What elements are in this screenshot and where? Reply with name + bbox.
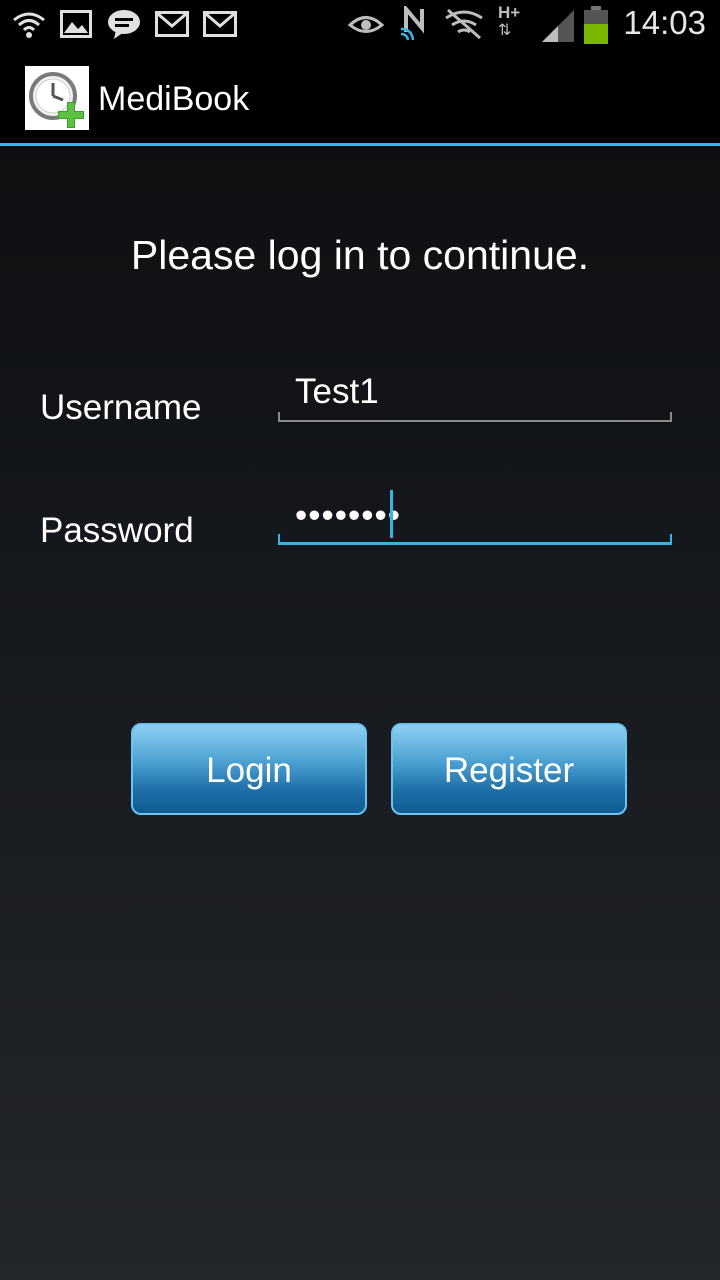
text-cursor [390, 490, 393, 538]
signal-icon [542, 10, 574, 42]
login-prompt: Please log in to continue. [130, 232, 590, 278]
battery-icon [584, 6, 608, 44]
gmail-icon [155, 11, 189, 37]
app-icon[interactable] [25, 66, 89, 130]
status-bar: H+ ⇅ 14:03 [0, 0, 720, 50]
field-edge [670, 534, 672, 542]
field-edge [278, 412, 280, 420]
no-signal-icon [445, 8, 483, 40]
password-label: Password [40, 511, 194, 550]
app-title: MediBook [98, 80, 250, 118]
login-button[interactable]: Login [131, 723, 367, 815]
field-edge [278, 534, 280, 542]
register-button[interactable]: Register [391, 723, 627, 815]
wifi-icon [13, 12, 45, 38]
username-field[interactable]: Test1 [278, 368, 672, 422]
field-edge [670, 412, 672, 420]
password-value: •••••••• [295, 496, 402, 535]
eye-icon [348, 16, 384, 33]
action-bar: MediBook [0, 50, 720, 146]
nfc-icon [400, 6, 424, 41]
username-value: Test1 [295, 372, 379, 411]
username-label: Username [40, 388, 202, 427]
image-icon [60, 10, 92, 38]
status-time: 14:03 [623, 4, 706, 41]
password-field[interactable]: •••••••• [278, 490, 672, 545]
gmail-icon [203, 11, 237, 37]
clock-plus-icon [29, 72, 84, 128]
chat-icon [108, 10, 140, 39]
hplus-data-icon: H+ ⇅ [498, 3, 521, 40]
